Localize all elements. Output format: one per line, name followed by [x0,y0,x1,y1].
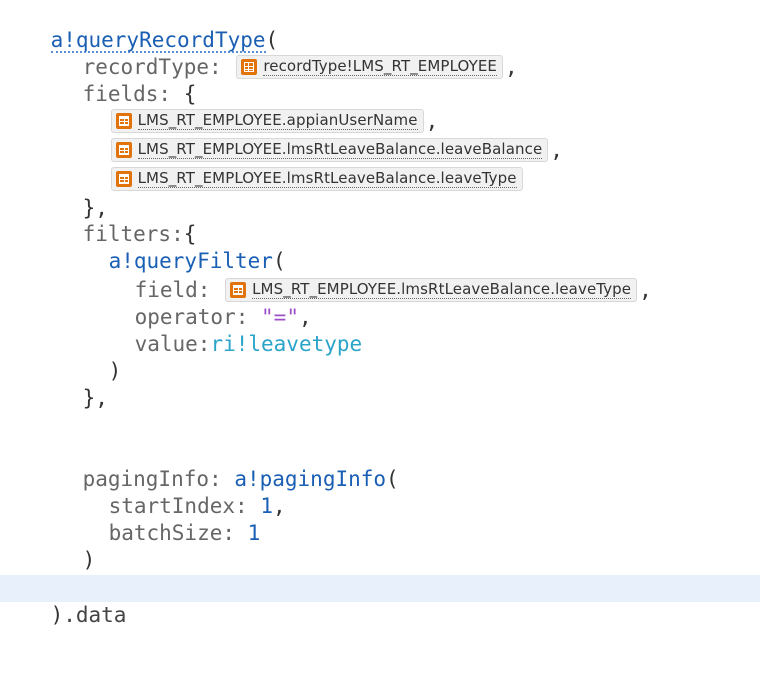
code-line-22-active[interactable]: ).data [0,575,760,627]
code-line-4[interactable]: LMS_RT_EMPLOYEE.appianUserName, [0,81,760,133]
code-line-17[interactable]: pagingInfo: a!pagingInfo( [0,439,760,491]
code-line-9[interactable]: a!queryFilter( [0,221,760,273]
code-line-5[interactable]: LMS_RT_EMPLOYEE.lmsRtLeaveBalance.leaveB… [0,110,760,162]
code-line-6[interactable]: LMS_RT_EMPLOYEE.lmsRtLeaveBalance.leaveT… [0,139,760,191]
close-brace: }, [82,386,108,410]
data-accessor: .data [63,603,127,627]
code-line-18[interactable]: startIndex: 1, [0,466,760,518]
code-line-3[interactable]: fields: { [0,54,760,106]
code-line-10[interactable]: field: LMS_RT_EMPLOYEE.lmsRtLeaveBalance… [0,250,760,302]
code-line-7[interactable]: }, [0,168,760,220]
code-line-2[interactable]: recordType: recordType!LMS_RT_EMPLOYEE, [0,27,760,79]
code-line-8[interactable]: filters:{ [0,194,760,246]
code-line-14[interactable]: }, [0,358,760,410]
code-line-11[interactable]: operator: "=", [0,277,760,329]
code-line-19[interactable]: batchSize: 1 [0,493,760,545]
code-line-12[interactable]: value:ri!leavetype [0,304,760,356]
close-paren: ) [50,603,64,627]
code-line-1[interactable]: a!queryRecordType( [0,0,760,53]
close-paren: ) [82,548,96,572]
code-line-13[interactable]: ) [0,331,760,383]
code-line-20[interactable]: ) [0,520,760,572]
code-editor[interactable]: a!queryRecordType( recordType: recordTyp… [0,0,760,688]
